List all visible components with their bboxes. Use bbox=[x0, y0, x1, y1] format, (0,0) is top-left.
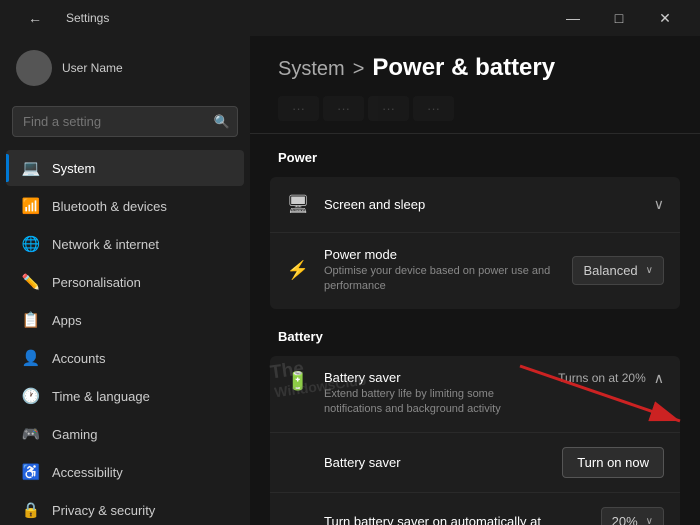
back-button[interactable]: ← bbox=[12, 3, 58, 33]
search-icon: 🔍 bbox=[214, 114, 230, 130]
sidebar-item-accessibility[interactable]: ♿ Accessibility bbox=[6, 454, 244, 490]
power-settings-card: 🖥 Screen and sleep ∨ ⚡ Power mode Optimi… bbox=[270, 177, 680, 309]
battery-saver-header-right: Turns on at 20% ∧ bbox=[558, 370, 664, 387]
battery-section-title: Battery bbox=[250, 313, 700, 352]
privacy-icon: 🔒 bbox=[22, 501, 40, 519]
battery-saver-percent-value: 20% bbox=[612, 514, 638, 525]
title-bar-controls: — □ ✕ bbox=[550, 3, 688, 33]
screen-sleep-expand-icon[interactable]: ∨ bbox=[654, 196, 664, 213]
breadcrumb-current: Power & battery bbox=[372, 54, 555, 82]
sidebar-item-apps[interactable]: 📋 Apps bbox=[6, 302, 244, 338]
title-bar-left: ← Settings bbox=[12, 3, 109, 33]
screen-sleep-icon: 🖥 bbox=[286, 193, 310, 217]
sidebar-item-label: Gaming bbox=[52, 427, 98, 442]
sidebar-item-time[interactable]: 🕐 Time & language bbox=[6, 378, 244, 414]
sidebar-item-label: Accounts bbox=[52, 351, 105, 366]
app-body: User Name 🔍 💻 System 📶 Bluetooth & devic… bbox=[0, 36, 700, 525]
battery-saver-auto-row: Turn battery saver on automatically at 2… bbox=[270, 493, 680, 525]
power-mode-dropdown[interactable]: Balanced ∨ bbox=[572, 256, 664, 285]
battery-saver-icon: 🔋 bbox=[286, 370, 310, 394]
power-mode-row[interactable]: ⚡ Power mode Optimise your device based … bbox=[270, 233, 680, 309]
user-name: User Name bbox=[62, 61, 123, 75]
sidebar-item-label: System bbox=[52, 161, 95, 176]
network-icon: 🌐 bbox=[22, 235, 40, 253]
battery-settings-card: 🔋 Battery saver Extend battery life by l… bbox=[270, 356, 680, 525]
power-mode-icon: ⚡ bbox=[286, 259, 310, 283]
tab-2[interactable]: ··· bbox=[323, 96, 364, 121]
sidebar-item-label: Privacy & security bbox=[52, 503, 155, 518]
sidebar-item-privacy[interactable]: 🔒 Privacy & security bbox=[6, 492, 244, 525]
sidebar-item-bluetooth[interactable]: 📶 Bluetooth & devices bbox=[6, 188, 244, 224]
sidebar-user: User Name bbox=[0, 36, 250, 100]
system-icon: 💻 bbox=[22, 159, 40, 177]
battery-saver-row-label: Battery saver bbox=[324, 455, 548, 470]
personalisation-icon: ✏️ bbox=[22, 273, 40, 291]
power-mode-dropdown-arrow-icon: ∨ bbox=[646, 265, 653, 276]
accessibility-icon: ♿ bbox=[22, 463, 40, 481]
sidebar-item-label: Time & language bbox=[52, 389, 150, 404]
breadcrumb-parent: System bbox=[278, 58, 345, 81]
apps-icon: 📋 bbox=[22, 311, 40, 329]
battery-saver-header-text: Battery saver Extend battery life by lim… bbox=[324, 370, 544, 418]
battery-saver-header-desc: Extend battery life by limiting some not… bbox=[324, 387, 544, 418]
breadcrumb-separator: > bbox=[353, 58, 365, 81]
sidebar-item-label: Apps bbox=[52, 313, 82, 328]
content-wrapper: System > Power & battery ··· ··· ··· ···… bbox=[250, 36, 700, 525]
accounts-icon: 👤 bbox=[22, 349, 40, 367]
screen-sleep-row[interactable]: 🖥 Screen and sleep ∨ bbox=[270, 177, 680, 233]
gaming-icon: 🎮 bbox=[22, 425, 40, 443]
sidebar-item-label: Bluetooth & devices bbox=[52, 199, 167, 214]
sidebar-item-network[interactable]: 🌐 Network & internet bbox=[6, 226, 244, 262]
power-mode-control: Balanced ∨ bbox=[572, 256, 664, 285]
avatar bbox=[16, 50, 52, 86]
battery-saver-auto-label: Turn battery saver on automatically at bbox=[324, 514, 587, 525]
sidebar-item-label: Personalisation bbox=[52, 275, 141, 290]
search-bar: 🔍 bbox=[12, 106, 238, 137]
turns-on-label: Turns on at 20% bbox=[558, 371, 646, 385]
sidebar-item-system[interactable]: 💻 System bbox=[6, 150, 244, 186]
content-area: System > Power & battery ··· ··· ··· ···… bbox=[250, 36, 700, 525]
tab-3[interactable]: ··· bbox=[368, 96, 409, 121]
sidebar-item-gaming[interactable]: 🎮 Gaming bbox=[6, 416, 244, 452]
screen-sleep-label: Screen and sleep bbox=[324, 197, 640, 212]
breadcrumb: System > Power & battery bbox=[250, 36, 700, 92]
sidebar: User Name 🔍 💻 System 📶 Bluetooth & devic… bbox=[0, 36, 250, 525]
battery-saver-collapse-icon[interactable]: ∧ bbox=[654, 370, 664, 387]
sidebar-item-label: Accessibility bbox=[52, 465, 123, 480]
tab-4[interactable]: ··· bbox=[413, 96, 454, 121]
sidebar-item-personalisation[interactable]: ✏️ Personalisation bbox=[6, 264, 244, 300]
search-input[interactable] bbox=[12, 106, 238, 137]
time-icon: 🕐 bbox=[22, 387, 40, 405]
sidebar-item-label: Network & internet bbox=[52, 237, 159, 252]
percent-dropdown-arrow-icon: ∨ bbox=[646, 516, 653, 525]
minimize-button[interactable]: — bbox=[550, 3, 596, 33]
tabs-row: ··· ··· ··· ··· bbox=[250, 92, 700, 134]
maximize-button[interactable]: □ bbox=[596, 3, 642, 33]
power-mode-desc: Optimise your device based on power use … bbox=[324, 264, 558, 295]
battery-saver-header-label: Battery saver bbox=[324, 370, 544, 385]
power-section-title: Power bbox=[250, 134, 700, 173]
power-mode-text: Power mode Optimise your device based on… bbox=[324, 247, 558, 295]
bluetooth-icon: 📶 bbox=[22, 197, 40, 215]
close-button[interactable]: ✕ bbox=[642, 3, 688, 33]
battery-saver-toggle-row: Battery saver Turn on now bbox=[270, 433, 680, 493]
tab-1[interactable]: ··· bbox=[278, 96, 319, 121]
title-bar: ← Settings — □ ✕ bbox=[0, 0, 700, 36]
sidebar-item-accounts[interactable]: 👤 Accounts bbox=[6, 340, 244, 376]
battery-saver-percent-dropdown[interactable]: 20% ∨ bbox=[601, 507, 664, 525]
power-mode-value: Balanced bbox=[583, 263, 637, 278]
screen-sleep-text: Screen and sleep bbox=[324, 197, 640, 212]
turn-on-now-button[interactable]: Turn on now bbox=[562, 447, 664, 478]
title-bar-title: Settings bbox=[66, 11, 109, 25]
power-mode-label: Power mode bbox=[324, 247, 558, 262]
battery-saver-header[interactable]: 🔋 Battery saver Extend battery life by l… bbox=[270, 356, 680, 433]
